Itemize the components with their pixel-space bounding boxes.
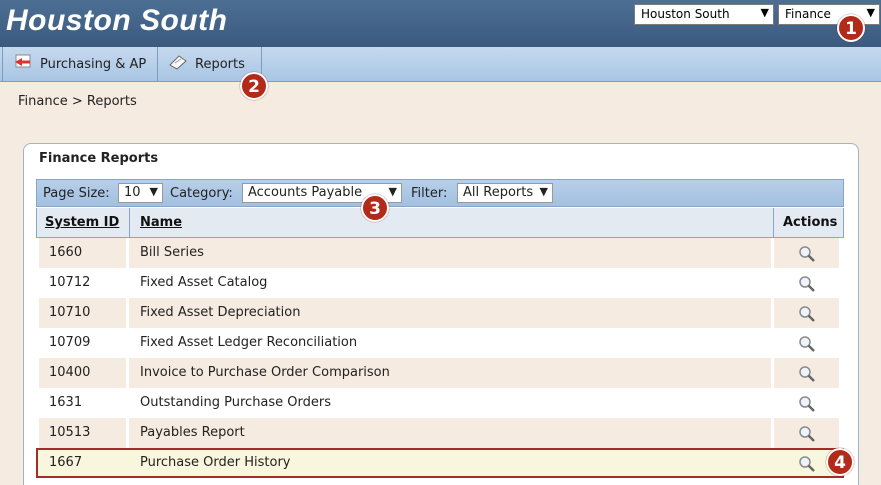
callout-badge-4: 4 <box>826 448 854 476</box>
row-system-id: 10709 <box>49 335 91 350</box>
module-nav: Purchasing & AP Reports <box>0 47 881 82</box>
magnifier-icon[interactable] <box>798 395 816 413</box>
callout-badge-3: 3 <box>361 194 389 222</box>
page-size-label: Page Size: <box>43 186 110 201</box>
column-header-name[interactable]: Name <box>140 208 182 237</box>
table-row[interactable]: 10712 Fixed Asset Catalog <box>36 268 844 298</box>
finance-reports-panel: Finance Reports Page Size: 10 ▼ Category… <box>23 143 859 485</box>
reports-icon <box>168 53 188 75</box>
module-select[interactable]: Finance ▼ <box>778 4 880 25</box>
callout-badge-2: 2 <box>240 72 268 100</box>
row-system-id: 10710 <box>39 298 126 328</box>
nav-item-label: Purchasing & AP <box>40 56 147 72</box>
page-size-value: 10 <box>124 185 141 200</box>
row-name: Payables Report <box>129 418 771 448</box>
column-divider <box>129 208 130 237</box>
callout-badge-1: 1 <box>837 14 865 42</box>
table-header: System ID Name Actions <box>36 208 844 238</box>
table-row[interactable]: 10400 Invoice to Purchase Order Comparis… <box>36 358 844 388</box>
campus-select[interactable]: Houston South ▼ <box>634 4 774 25</box>
chevron-down-icon: ▼ <box>866 6 875 19</box>
page-size-select[interactable]: 10 ▼ <box>118 183 163 203</box>
chevron-down-icon: ▼ <box>149 185 158 198</box>
filter-label: Filter: <box>411 186 448 201</box>
row-name: Bill Series <box>129 238 771 268</box>
magnifier-icon[interactable] <box>798 245 816 263</box>
filter-select[interactable]: All Reports ▼ <box>457 183 553 203</box>
column-header-system-id[interactable]: System ID <box>45 208 119 237</box>
nav-item-label: Reports <box>195 56 245 72</box>
row-system-id: 10712 <box>49 275 91 290</box>
magnifier-icon[interactable] <box>798 425 816 443</box>
category-label: Category: <box>170 186 233 201</box>
module-select-value: Finance <box>785 7 831 21</box>
chevron-down-icon: ▼ <box>388 185 397 198</box>
row-system-id: 10513 <box>39 418 126 448</box>
panel-title: Finance Reports <box>39 151 159 166</box>
row-name: Purchase Order History <box>140 455 291 470</box>
app-title: Houston South <box>6 4 228 37</box>
magnifier-icon[interactable] <box>798 305 816 323</box>
reports-table-body: 1660 Bill Series 10712 Fixed Asset Catal… <box>36 238 844 478</box>
row-system-id: 1631 <box>49 395 83 410</box>
filter-value: All Reports <box>463 185 534 200</box>
column-divider <box>773 208 774 237</box>
chevron-down-icon: ▼ <box>760 6 769 19</box>
category-value: Accounts Payable <box>248 185 363 200</box>
row-name: Fixed Asset Depreciation <box>129 298 771 328</box>
purchasing-icon <box>13 53 33 75</box>
filter-bar: Page Size: 10 ▼ Category: Accounts Payab… <box>36 179 844 207</box>
nav-item-purchasing[interactable]: Purchasing & AP <box>2 47 158 81</box>
row-system-id: 1660 <box>39 238 126 268</box>
chevron-down-icon: ▼ <box>539 185 548 198</box>
app-header: Houston South Houston South ▼ Finance ▼ <box>0 0 881 47</box>
breadcrumb: Finance > Reports <box>18 94 137 109</box>
column-header-actions: Actions <box>783 215 838 230</box>
table-row[interactable]: 1660 Bill Series <box>36 238 844 268</box>
table-row[interactable]: 10513 Payables Report <box>36 418 844 448</box>
row-name: Fixed Asset Catalog <box>140 275 268 290</box>
row-name: Fixed Asset Ledger Reconciliation <box>140 335 358 350</box>
magnifier-icon[interactable] <box>798 365 816 383</box>
campus-select-value: Houston South <box>641 7 730 21</box>
row-name: Outstanding Purchase Orders <box>140 395 332 410</box>
table-row[interactable]: 10709 Fixed Asset Ledger Reconciliation <box>36 328 844 358</box>
table-row[interactable]: 10710 Fixed Asset Depreciation <box>36 298 844 328</box>
row-name: Invoice to Purchase Order Comparison <box>129 358 771 388</box>
magnifier-icon[interactable] <box>798 275 816 293</box>
magnifier-icon[interactable] <box>798 335 816 353</box>
magnifier-icon[interactable] <box>798 455 816 473</box>
row-system-id: 10400 <box>39 358 126 388</box>
row-system-id: 1667 <box>49 455 83 470</box>
table-row[interactable]: 1631 Outstanding Purchase Orders <box>36 388 844 418</box>
table-row-highlighted[interactable]: 1667 Purchase Order History <box>36 448 844 478</box>
